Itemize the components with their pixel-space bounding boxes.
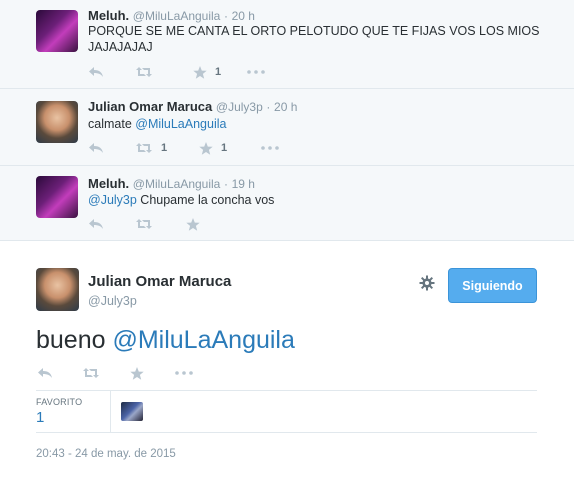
mention-link[interactable]: @July3p — [88, 193, 137, 207]
star-icon — [193, 65, 207, 79]
permalink-tweet: Julian Omar Maruca @July3p Siguiendo bue… — [0, 241, 574, 491]
avatar[interactable] — [36, 176, 78, 218]
gear-icon — [419, 275, 435, 291]
favorite-action[interactable]: 1 — [199, 141, 261, 155]
tweet-actions: 1 — [88, 64, 265, 80]
more-action[interactable] — [175, 371, 193, 375]
star-icon — [130, 366, 144, 380]
retweet-icon — [136, 67, 152, 77]
tweet-actions — [88, 216, 226, 232]
tweet-header: Meluh. @MiluLaAnguila · 20 h — [88, 8, 255, 23]
author-handle[interactable]: @MiluLaAnguila — [133, 177, 221, 191]
retweet-action[interactable] — [135, 218, 186, 230]
reply-action[interactable] — [88, 218, 135, 230]
tweet-actions — [37, 365, 193, 381]
favorite-action[interactable]: 1 — [193, 65, 247, 79]
tweet-text: bueno @MiluLaAnguila — [36, 326, 295, 355]
author-fullname[interactable]: Meluh. — [88, 8, 129, 23]
more-action[interactable] — [247, 70, 265, 74]
conversation-replies: Meluh. @MiluLaAnguila · 20 h PORQUE SE M… — [0, 0, 574, 241]
avatar[interactable] — [36, 10, 78, 52]
tweet-time[interactable]: 20 h — [232, 9, 255, 23]
reply-tweet[interactable]: Meluh. @MiluLaAnguila · 20 h PORQUE SE M… — [0, 0, 574, 89]
avatar[interactable] — [36, 101, 78, 143]
separator: · — [266, 100, 271, 114]
tweet-header: Meluh. @MiluLaAnguila · 19 h — [88, 176, 255, 191]
author-fullname[interactable]: Meluh. — [88, 176, 129, 191]
favorite-action[interactable] — [130, 366, 175, 380]
author-fullname[interactable]: Julian Omar Maruca — [88, 99, 212, 114]
retweet-count: 1 — [161, 142, 168, 154]
reply-action[interactable] — [88, 142, 135, 154]
divider — [36, 432, 537, 433]
tweet-stats: FAVORITO 1 — [36, 391, 537, 432]
tweet-text: calmate @MiluLaAnguila — [88, 116, 548, 132]
separator: · — [223, 9, 228, 23]
mention-link[interactable]: @MiluLaAnguila — [135, 117, 226, 131]
author-handle[interactable]: @July3p — [88, 294, 137, 308]
author-handle[interactable]: @MiluLaAnguila — [133, 9, 221, 23]
more-icon — [175, 371, 193, 375]
more-icon — [247, 70, 265, 74]
star-icon — [199, 141, 213, 155]
tweet-timestamp[interactable]: 20:43 - 24 de may. de 2015 — [36, 448, 176, 460]
reply-action[interactable] — [88, 66, 135, 78]
user-actions-gear[interactable] — [419, 275, 435, 296]
tweet-time[interactable]: 20 h — [274, 100, 297, 114]
mention-link[interactable]: @MiluLaAnguila — [112, 326, 294, 354]
tweet-header: Julian Omar Maruca @July3p · 20 h — [88, 99, 297, 114]
favorites-label: FAVORITO — [36, 397, 83, 407]
reply-icon — [89, 67, 103, 77]
stats-separator — [110, 391, 111, 432]
tweet-text-suffix: Chupame la concha vos — [136, 193, 275, 207]
favorite-count: 1 — [221, 142, 228, 154]
favoriter-avatar[interactable] — [121, 402, 143, 421]
retweet-icon — [83, 368, 99, 378]
retweet-action[interactable] — [135, 66, 193, 78]
tweet-text: PORQUE SE ME CANTA EL ORTO PELOTUDO QUE … — [88, 24, 540, 54]
tweet-text-prefix: calmate — [88, 117, 136, 131]
reply-icon — [38, 368, 52, 378]
tweet-text-prefix: bueno — [36, 326, 113, 354]
retweet-action[interactable]: 1 — [135, 142, 199, 154]
tweet-actions: 1 1 — [88, 140, 279, 156]
reply-icon — [89, 219, 103, 229]
separator: · — [223, 177, 228, 191]
favorites-count[interactable]: 1 — [36, 409, 44, 426]
retweet-icon — [136, 143, 152, 153]
reply-action[interactable] — [37, 367, 82, 379]
tweet-time[interactable]: 19 h — [232, 177, 255, 191]
favorite-count: 1 — [215, 66, 222, 78]
favorite-action[interactable] — [186, 217, 226, 231]
reply-tweet[interactable]: Meluh. @MiluLaAnguila · 19 h @July3p Chu… — [0, 166, 574, 241]
star-icon — [186, 217, 200, 231]
retweet-icon — [136, 219, 152, 229]
more-action[interactable] — [261, 146, 279, 150]
reply-tweet[interactable]: Julian Omar Maruca @July3p · 20 h calmat… — [0, 89, 574, 166]
more-icon — [261, 146, 279, 150]
retweet-action[interactable] — [82, 367, 130, 379]
author-fullname[interactable]: Julian Omar Maruca — [88, 273, 231, 290]
following-button[interactable]: Siguiendo — [448, 268, 537, 303]
reply-icon — [89, 143, 103, 153]
tweet-text: @July3p Chupame la concha vos — [88, 192, 548, 208]
avatar[interactable] — [36, 268, 79, 311]
author-handle[interactable]: @July3p — [216, 100, 263, 114]
